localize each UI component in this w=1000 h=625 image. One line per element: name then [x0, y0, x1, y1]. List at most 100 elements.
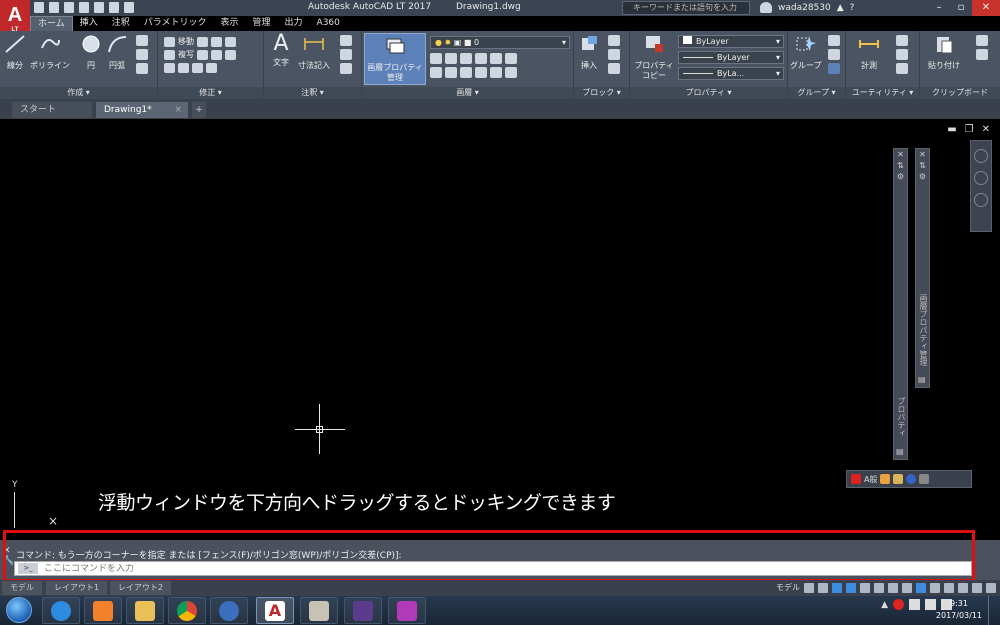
ungroup-icon[interactable]: [828, 35, 840, 46]
group-select-icon[interactable]: [828, 63, 840, 74]
tray-expand-icon[interactable]: ▲: [881, 600, 888, 610]
layer-walk-icon[interactable]: [505, 67, 517, 78]
hatch-icon[interactable]: [136, 49, 148, 60]
clipboard-panel-label[interactable]: クリップボード: [920, 87, 1000, 99]
show-desktop-button[interactable]: [988, 596, 1000, 625]
measure-button[interactable]: 計測: [858, 34, 880, 71]
layer-lock-icon[interactable]: [475, 53, 487, 64]
table-insert-icon[interactable]: [340, 63, 352, 74]
navigation-bar[interactable]: [970, 140, 992, 232]
help-toolstrip-icon[interactable]: [906, 474, 917, 484]
layer-off-icon[interactable]: [430, 53, 442, 64]
paste-button[interactable]: 貼り付け: [928, 34, 960, 71]
group-button[interactable]: グループ: [790, 34, 822, 71]
flag-icon[interactable]: [909, 599, 920, 610]
viewport-close-icon[interactable]: ✕: [982, 124, 990, 135]
hpb-taskbar-button[interactable]: [344, 597, 382, 624]
explode-icon[interactable]: [225, 49, 236, 60]
ie-taskbar-button[interactable]: [42, 597, 80, 624]
antivirus-icon[interactable]: [893, 599, 904, 610]
tab-start[interactable]: スタート: [12, 102, 92, 118]
user-icon[interactable]: [760, 2, 772, 13]
layer-unisolate-icon[interactable]: [445, 67, 457, 78]
close-tab-icon[interactable]: ×: [174, 102, 182, 118]
properties-palette-close-icon[interactable]: ✕: [894, 149, 907, 160]
polyline-button[interactable]: ポリライン: [30, 34, 70, 71]
annotation-scale-icon[interactable]: [916, 582, 926, 593]
floating-toolstrip[interactable]: A般: [846, 470, 972, 488]
save-icon[interactable]: [64, 2, 74, 13]
command-input-box[interactable]: >_: [14, 561, 972, 576]
redo-icon[interactable]: [124, 2, 134, 13]
chrome-taskbar-button[interactable]: [168, 597, 206, 624]
undo-icon[interactable]: [109, 2, 119, 13]
leader-icon[interactable]: [340, 49, 352, 60]
save-as-icon[interactable]: [79, 2, 89, 13]
model-tab[interactable]: モデル: [2, 581, 42, 595]
layers-panel-label[interactable]: 画層 ▾: [362, 87, 573, 99]
color-dropdown[interactable]: ByLayer: [678, 35, 784, 48]
rectangle-icon[interactable]: [136, 35, 148, 46]
box-icon[interactable]: [893, 474, 904, 484]
layer-on-icon[interactable]: [430, 67, 442, 78]
zoom-icon[interactable]: [974, 193, 988, 207]
quick-select-icon[interactable]: [896, 35, 908, 46]
layer-unlock-icon[interactable]: [475, 67, 487, 78]
tab-output[interactable]: 出力: [278, 16, 310, 31]
layer-thaw-icon[interactable]: [460, 67, 472, 78]
tab-annotate[interactable]: 注釈: [105, 16, 137, 31]
mirror-icon[interactable]: [197, 49, 208, 60]
package-icon[interactable]: [880, 474, 891, 484]
insert-button[interactable]: 挿入: [578, 34, 600, 71]
search-input[interactable]: キーワードまたは語句を入力: [622, 1, 750, 15]
media-player-taskbar-button[interactable]: [84, 597, 122, 624]
arc-button[interactable]: 円弧: [106, 34, 128, 71]
new-icon[interactable]: [34, 2, 44, 13]
workspace-icon[interactable]: [930, 582, 940, 593]
rotate-icon[interactable]: [197, 36, 208, 47]
scale-icon[interactable]: [178, 62, 189, 73]
groups-panel-label[interactable]: グループ ▾: [788, 87, 845, 99]
dimension-button[interactable]: 寸法記入: [298, 34, 330, 71]
line-button[interactable]: 線分: [4, 34, 26, 71]
marker-icon[interactable]: [851, 474, 861, 484]
pan-icon[interactable]: [974, 171, 988, 185]
network-icon[interactable]: [925, 599, 936, 610]
print-icon[interactable]: [94, 2, 104, 13]
utilities-panel-label[interactable]: ユーティリティ ▾: [846, 87, 919, 99]
tab-parametric[interactable]: パラメトリック: [137, 16, 214, 31]
properties-palette-autohide-icon[interactable]: ⇅: [894, 160, 907, 171]
linear-dim-icon[interactable]: [340, 35, 352, 46]
layout2-tab[interactable]: レイアウト2: [110, 581, 172, 595]
move-button[interactable]: 移動: [164, 35, 236, 48]
plus-icon[interactable]: [944, 582, 954, 593]
paint-taskbar-button[interactable]: [300, 597, 338, 624]
layer-properties-button[interactable]: 画層プロパティ管理: [364, 33, 426, 85]
layer-make-current-icon[interactable]: [490, 53, 502, 64]
steering-wheel-icon[interactable]: [974, 149, 988, 163]
snap-icon[interactable]: [818, 582, 828, 593]
polar-icon[interactable]: [846, 582, 856, 593]
clock[interactable]: 9:31 2017/03/11: [936, 598, 982, 622]
tab-insert[interactable]: 挿入: [73, 16, 105, 31]
cut-icon[interactable]: [976, 35, 988, 46]
layout1-tab[interactable]: レイアウト1: [46, 581, 108, 595]
draw-panel-label[interactable]: 作成 ▾: [0, 87, 157, 99]
layer-dropdown[interactable]: ● ✹ ▣ ■ 0: [430, 36, 570, 49]
modify-panel-label[interactable]: 修正 ▾: [158, 87, 263, 99]
array-icon[interactable]: [192, 62, 203, 73]
copy-clip-icon[interactable]: [976, 49, 988, 60]
grid-icon[interactable]: [804, 582, 814, 593]
group-edit-icon[interactable]: [828, 49, 840, 60]
osnap-icon[interactable]: [860, 582, 870, 593]
tab-a360[interactable]: A360: [310, 16, 347, 31]
minimize-button[interactable]: –: [928, 0, 950, 16]
layer-properties-palette[interactable]: ✕ ⇅ ⚙ 画層プロパティ管理 ▤: [915, 148, 930, 388]
command-input[interactable]: [44, 563, 971, 574]
application-menu-button[interactable]: A LT: [0, 0, 30, 34]
ortho-icon[interactable]: [832, 582, 842, 593]
block-panel-label[interactable]: ブロック ▾: [574, 87, 629, 99]
annotation-panel-label[interactable]: 注釈 ▾: [264, 87, 361, 99]
properties-panel-label[interactable]: プロパティ ▾: [630, 87, 787, 99]
lineweight-dropdown[interactable]: ByLa...: [678, 67, 784, 80]
